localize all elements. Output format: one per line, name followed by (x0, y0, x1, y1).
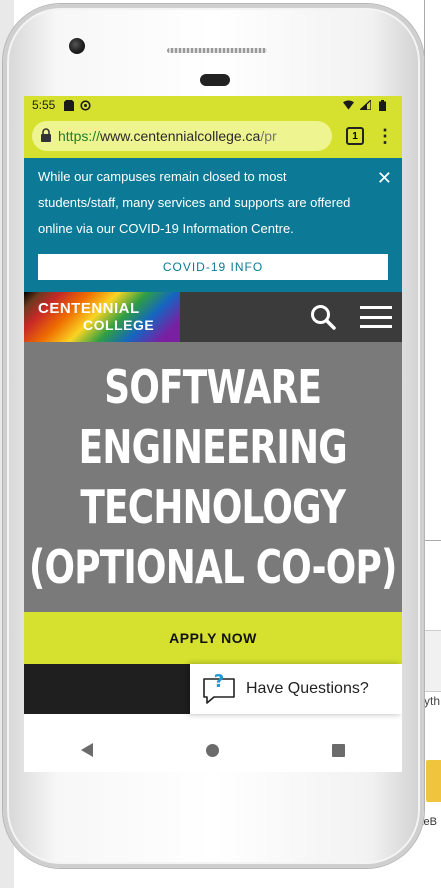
battery-icon (377, 99, 388, 111)
recent-apps-icon[interactable] (332, 743, 346, 757)
desktop-window-edge (424, 0, 441, 541)
hero-banner: SOFTWARE ENGINEERING TECHNOLOGY (OPTIONA… (24, 342, 402, 612)
logo-line-2: COLLEGE (83, 317, 155, 333)
back-icon[interactable] (80, 743, 93, 757)
hamburger-menu-icon[interactable] (360, 306, 392, 328)
home-icon[interactable] (205, 743, 219, 757)
dark-content-section: ? Have Questions? (24, 664, 402, 714)
search-icon[interactable] (310, 304, 336, 330)
title-line: SOFTWARE (104, 360, 323, 414)
covid-info-button[interactable]: COVID-19 INFO (38, 254, 388, 280)
site-header: CENTENNIAL COLLEGE (24, 292, 402, 342)
phone-frame: 5:55 https://www.centennialcollege.ca /p… (3, 4, 424, 868)
wifi-icon (343, 100, 354, 110)
desktop-scrollbar[interactable] (424, 630, 441, 692)
logo-line-1: CENTENNIAL (38, 300, 140, 317)
earpiece-speaker (167, 48, 267, 53)
phone-screen: 5:55 https://www.centennialcollege.ca /p… (24, 96, 402, 772)
proximity-sensor (200, 74, 230, 86)
front-camera (69, 38, 85, 54)
svg-text:?: ? (214, 673, 224, 692)
android-navigation-bar (24, 728, 402, 772)
covid-notice-banner: While our campuses remain closed to most… (24, 158, 402, 292)
url-host: www.centennialcollege.ca (100, 128, 261, 144)
centennial-logo[interactable]: CENTENNIAL COLLEGE (24, 292, 180, 342)
have-questions-label: Have Questions? (246, 680, 369, 697)
lock-icon (40, 127, 52, 145)
desktop-right-label: yth (424, 694, 441, 708)
status-bar: 5:55 (24, 96, 402, 114)
program-title: SOFTWARE ENGINEERING TECHNOLOGY (OPTIONA… (29, 357, 398, 597)
address-bar[interactable]: https://www.centennialcollege.ca/pr (32, 121, 332, 151)
title-line: TECHNOLOGY (80, 480, 347, 534)
folder-icon[interactable] (426, 760, 441, 802)
overflow-menu-icon[interactable]: ⋮ (376, 127, 394, 145)
title-line: (OPTIONAL CO-OP) (29, 540, 398, 594)
url-path: /pr (260, 128, 277, 144)
have-questions-button[interactable]: ? Have Questions? (190, 664, 402, 714)
title-line: ENGINEERING (78, 420, 348, 474)
browser-toolbar: https://www.centennialcollege.ca/pr 1 ⋮ (24, 114, 402, 158)
apply-now-button[interactable]: APPLY NOW (24, 612, 402, 664)
chat-question-icon: ? (202, 671, 236, 705)
close-icon[interactable]: ✕ (377, 168, 392, 189)
url-scheme: https:// (58, 128, 101, 144)
sd-card-icon (63, 99, 74, 111)
signal-icon (360, 100, 371, 110)
tab-switcher-button[interactable]: 1 (346, 127, 364, 145)
notice-message: While our campuses remain closed to most… (38, 169, 351, 236)
status-time: 5:55 (32, 98, 56, 112)
sync-icon (80, 99, 91, 111)
